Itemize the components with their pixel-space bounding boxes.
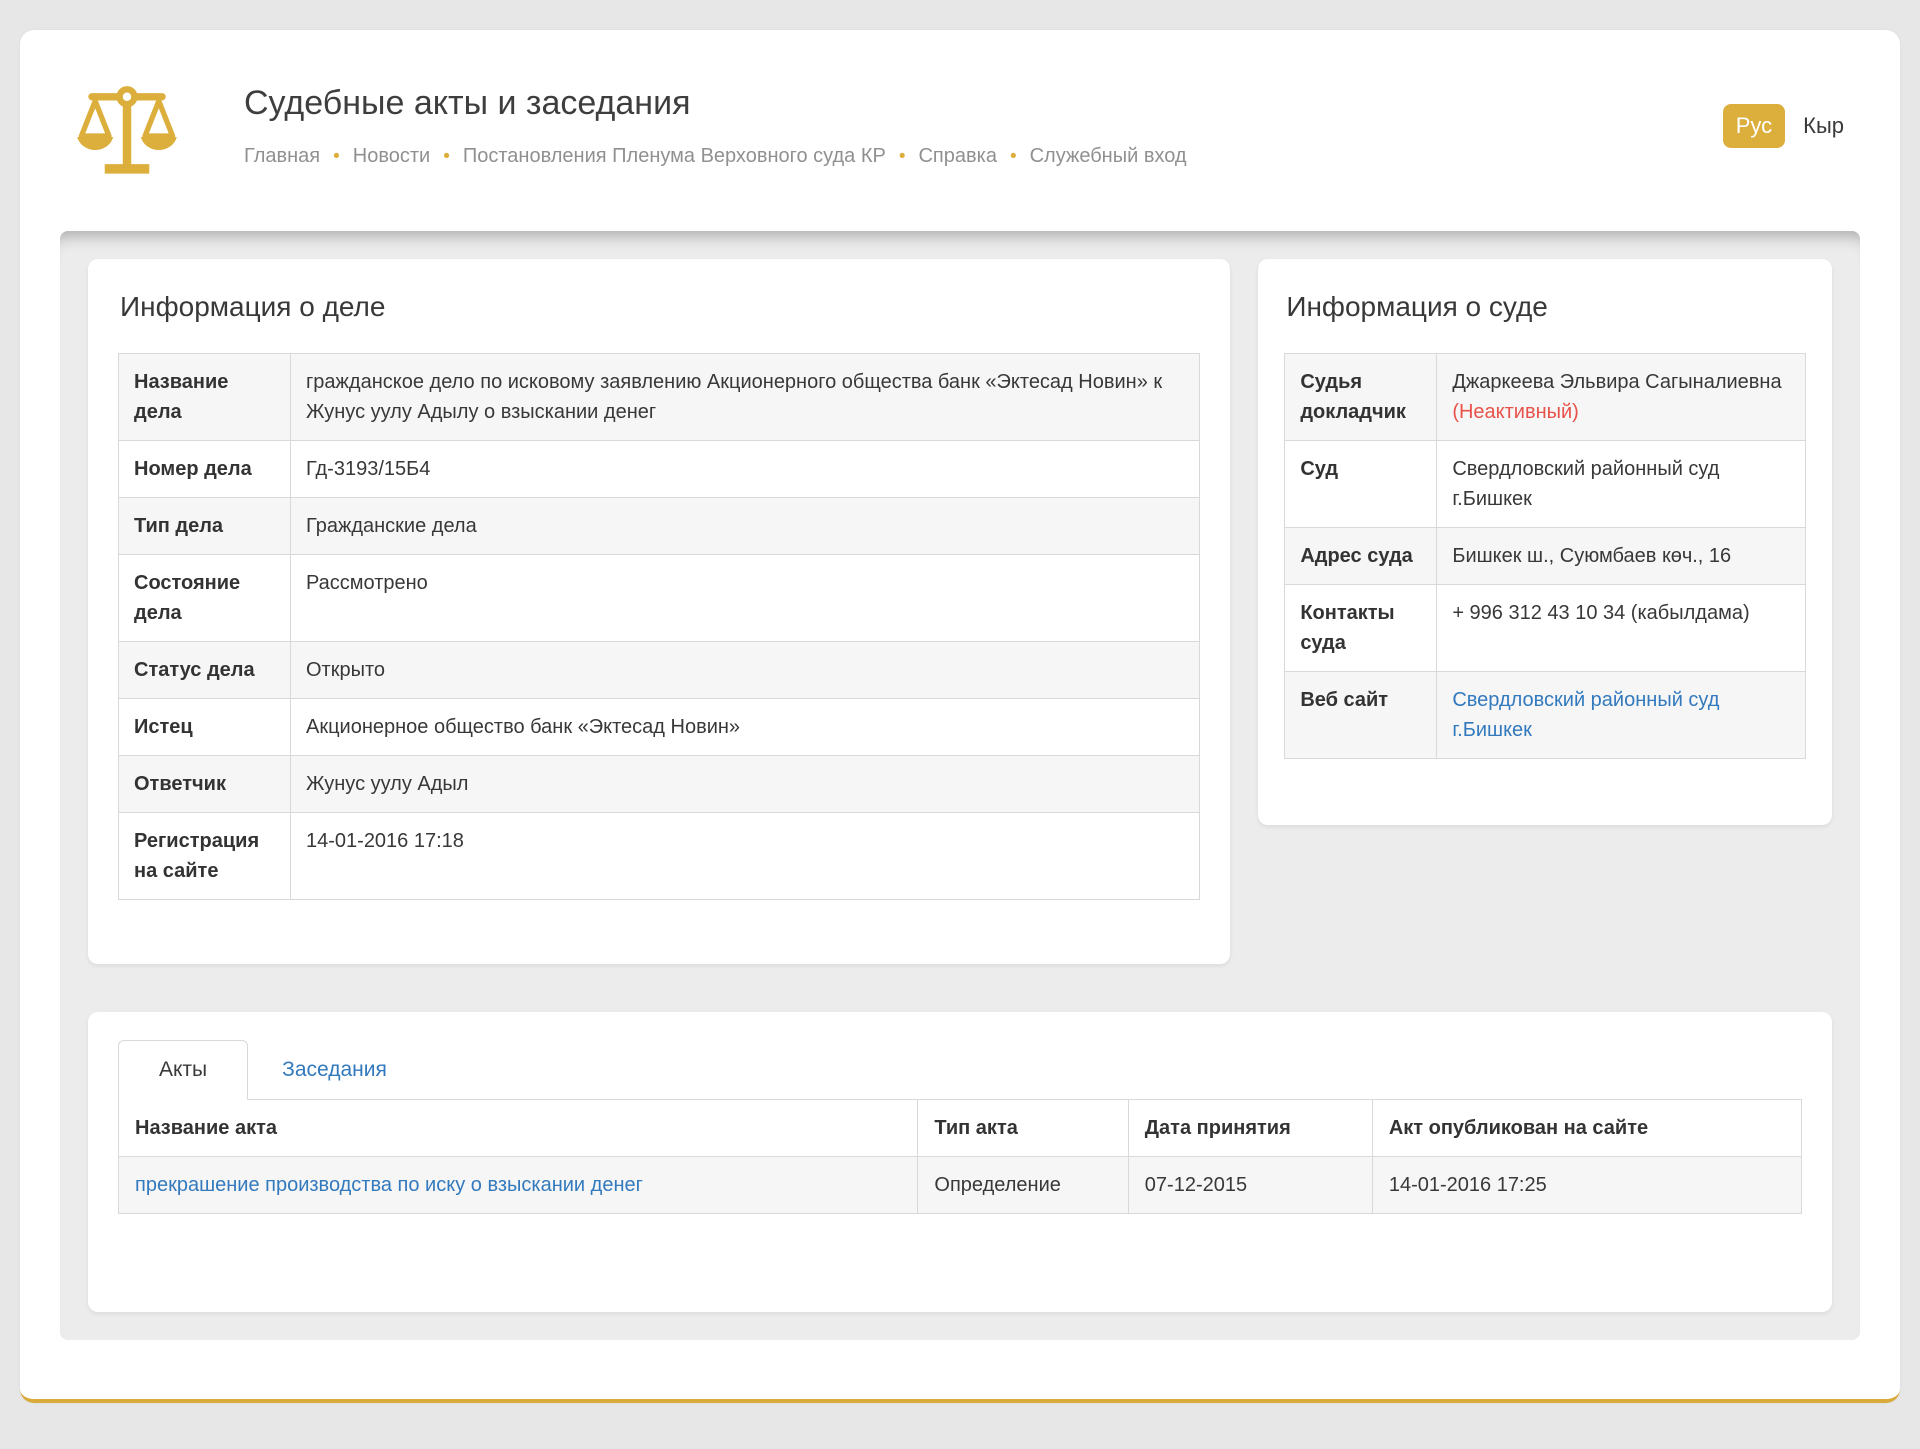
lang-button-rus[interactable]: Рус <box>1723 104 1785 148</box>
content-band: Информация о деле Название дела гражданс… <box>60 231 1860 1340</box>
act-date-header: Дата принятия <box>1128 1100 1372 1157</box>
court-address-label: Адрес суда <box>1285 528 1437 585</box>
act-name-link[interactable]: прекрашение производства по иску о взыск… <box>135 1174 643 1196</box>
site-registration-label: Регистрация на сайте <box>119 813 291 900</box>
case-state-value: Рассмотрено <box>291 555 1200 642</box>
judge-value: Джаркеева Эльвира Сагыналиевна (Неактивн… <box>1437 354 1806 441</box>
case-name-label: Название дела <box>119 354 291 441</box>
table-row: Статус дела Открыто <box>119 642 1200 699</box>
title-block: Судебные акты и заседания Главная • Новост… <box>244 80 1187 168</box>
act-name-cell: прекрашение производства по иску о взыск… <box>119 1157 918 1214</box>
judge-status-badge: (Неактивный) <box>1452 401 1579 423</box>
court-label: Суд <box>1285 441 1437 528</box>
nav-link-help[interactable]: Справка <box>918 145 996 167</box>
table-row: Состояние дела Рассмотрено <box>119 555 1200 642</box>
table-row: Название дела гражданское дело по исково… <box>119 354 1200 441</box>
site-registration-value: 14-01-2016 17:18 <box>291 813 1200 900</box>
table-row: Контакты суда + 996 312 43 10 34 (кабылд… <box>1285 585 1806 672</box>
case-type-value: Гражданские дела <box>291 498 1200 555</box>
acts-card: Акты Заседания Название акта Тип акта Да… <box>88 1012 1832 1312</box>
court-value: Свердловский районный суд г.Бишкек <box>1437 441 1806 528</box>
case-status-value: Открыто <box>291 642 1200 699</box>
nav-separator-dot: • <box>1010 146 1017 167</box>
case-info-table: Название дела гражданское дело по исково… <box>118 353 1200 900</box>
case-state-label: Состояние дела <box>119 555 291 642</box>
case-card-title: Информация о деле <box>120 291 1200 323</box>
table-row: Ответчик Жунус уулу Адыл <box>119 756 1200 813</box>
court-contacts-label: Контакты суда <box>1285 585 1437 672</box>
page-title: Судебные акты и заседания <box>244 84 1187 123</box>
table-row: Истец Акционерное общество банк «Эктесад… <box>119 699 1200 756</box>
nav-link-staff-login[interactable]: Служебный вход <box>1030 145 1187 167</box>
table-row: Веб сайт Свердловский районный суд г.Биш… <box>1285 672 1806 759</box>
table-row: Номер дела Гд-3193/15Б4 <box>119 441 1200 498</box>
case-info-card: Информация о деле Название дела гражданс… <box>88 259 1230 964</box>
acts-table: Название акта Тип акта Дата принятия Акт… <box>118 1099 1802 1214</box>
nav-separator-dot: • <box>899 146 906 167</box>
lang-button-kyr[interactable]: Кыр <box>1803 113 1844 139</box>
court-info-card: Информация о суде Судья докладчик Джарке… <box>1258 259 1832 825</box>
court-website-link[interactable]: Свердловский районный суд г.Бишкек <box>1452 689 1719 741</box>
nav-link-plenum-resolutions[interactable]: Постановления Пленума Верховного суда КР <box>463 145 886 167</box>
scales-of-justice-icon <box>74 82 180 195</box>
case-type-label: Тип дела <box>119 498 291 555</box>
acts-tabs: Акты Заседания <box>118 1040 1802 1099</box>
table-row: прекрашение производства по иску о взыск… <box>119 1157 1802 1214</box>
act-name-header: Название акта <box>119 1100 918 1157</box>
nav-link-news[interactable]: Новости <box>353 145 430 167</box>
act-type-cell: Определение <box>918 1157 1128 1214</box>
case-status-label: Статус дела <box>119 642 291 699</box>
plaintiff-label: Истец <box>119 699 291 756</box>
court-contacts-value: + 996 312 43 10 34 (кабылдама) <box>1437 585 1806 672</box>
court-card-title: Информация о суде <box>1286 291 1806 323</box>
court-address-value: Бишкек ш., Суюмбаев көч., 16 <box>1437 528 1806 585</box>
act-date-cell: 07-12-2015 <box>1128 1157 1372 1214</box>
judge-name: Джаркеева Эльвира Сагыналиевна <box>1452 371 1781 393</box>
act-type-header: Тип акта <box>918 1100 1128 1157</box>
table-row: Тип дела Гражданские дела <box>119 498 1200 555</box>
judge-label: Судья докладчик <box>1285 354 1437 441</box>
defendant-label: Ответчик <box>119 756 291 813</box>
acts-table-header-row: Название акта Тип акта Дата принятия Акт… <box>119 1100 1802 1157</box>
case-number-label: Номер дела <box>119 441 291 498</box>
website-value: Свердловский районный суд г.Бишкек <box>1437 672 1806 759</box>
plaintiff-value: Акционерное общество банк «Эктесад Новин… <box>291 699 1200 756</box>
main-nav: Главная • Новости • Постановления Пленума Ве… <box>244 145 1187 168</box>
court-info-table: Судья докладчик Джаркеева Эльвира Сагына… <box>1284 353 1806 759</box>
table-row: Регистрация на сайте 14-01-2016 17:18 <box>119 813 1200 900</box>
site-header: Судебные акты и заседания Главная • Новост… <box>20 30 1900 231</box>
language-switcher: Рус Кыр <box>1723 80 1844 148</box>
defendant-value: Жунус уулу Адыл <box>291 756 1200 813</box>
table-row: Адрес суда Бишкек ш., Суюмбаев көч., 16 <box>1285 528 1806 585</box>
act-published-cell: 14-01-2016 17:25 <box>1372 1157 1801 1214</box>
tab-sessions[interactable]: Заседания <box>248 1041 421 1099</box>
act-published-header: Акт опубликован на сайте <box>1372 1100 1801 1157</box>
table-row: Суд Свердловский районный суд г.Бишкек <box>1285 441 1806 528</box>
page-sheet: Судебные акты и заседания Главная • Новост… <box>20 30 1900 1403</box>
table-row: Судья докладчик Джаркеева Эльвира Сагына… <box>1285 354 1806 441</box>
nav-separator-dot: • <box>443 146 450 167</box>
case-number-value: Гд-3193/15Б4 <box>291 441 1200 498</box>
nav-separator-dot: • <box>333 146 340 167</box>
nav-link-home[interactable]: Главная <box>244 145 320 167</box>
case-name-value: гражданское дело по исковому заявлению А… <box>291 354 1200 441</box>
website-label: Веб сайт <box>1285 672 1437 759</box>
tab-acts[interactable]: Акты <box>118 1040 248 1100</box>
